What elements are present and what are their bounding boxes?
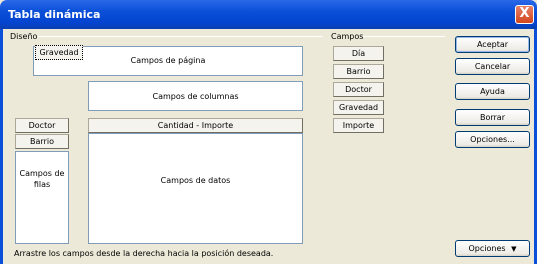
row-fields-area[interactable]: Campos de filas [15, 151, 69, 244]
row-field-doctor[interactable]: Doctor [15, 118, 69, 133]
help-button[interactable]: Ayuda [455, 83, 530, 100]
options-button[interactable]: Opciones... [455, 131, 530, 148]
column-fields-area[interactable]: Campos de columnas [88, 81, 303, 111]
layout-group-divider [38, 36, 323, 37]
field-doctor[interactable]: Doctor [333, 82, 384, 97]
expand-down-icon: ▼ [511, 245, 517, 253]
delete-button[interactable]: Borrar [455, 109, 530, 126]
fields-group-label: Campos [331, 32, 364, 41]
window-frame-left [0, 29, 3, 264]
row-fields-label-line1: Campos de [19, 169, 65, 178]
close-button[interactable]: X [515, 5, 534, 24]
data-fields-label: Campos de datos [160, 176, 231, 185]
fields-group-divider [363, 36, 445, 37]
window-title: Tabla dinámica [8, 8, 101, 21]
field-gravedad[interactable]: Gravedad [333, 100, 384, 115]
field-dia[interactable]: Día [333, 46, 384, 61]
cancel-button[interactable]: Cancelar [455, 58, 530, 75]
row-field-barrio[interactable]: Barrio [15, 134, 69, 149]
data-fields-area[interactable]: Campos de datos [88, 133, 303, 244]
hint-text: Arrastre los campos desde la derecha hac… [14, 249, 274, 258]
data-field-cantidad-importe[interactable]: Cantidad - Importe [88, 118, 303, 133]
accept-button[interactable]: Aceptar [455, 36, 530, 53]
options-more-label: Opciones [468, 244, 506, 253]
options-more-button[interactable]: Opciones ▼ [455, 240, 530, 257]
title-bar: Tabla dinámica X [0, 0, 537, 29]
row-fields-label-line2: filas [33, 180, 51, 189]
page-field-gravedad[interactable]: Gravedad [35, 45, 83, 60]
column-fields-label: Campos de columnas [152, 92, 239, 101]
field-importe[interactable]: Importe [333, 118, 384, 133]
field-barrio[interactable]: Barrio [333, 64, 384, 79]
layout-group-label: Diseño [10, 32, 38, 41]
